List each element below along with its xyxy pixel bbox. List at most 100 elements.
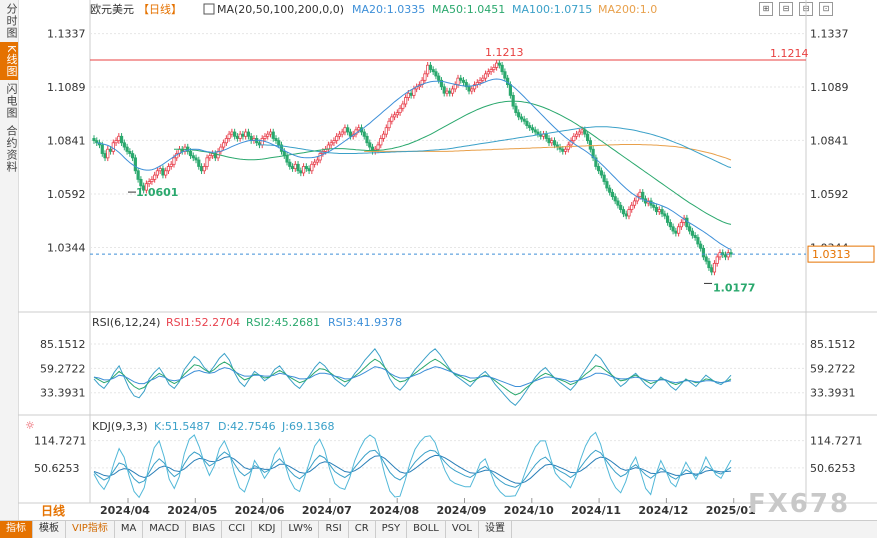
candle-body <box>277 140 281 146</box>
candle-body <box>147 181 151 185</box>
tab-bias[interactable]: BIAS <box>186 521 223 538</box>
tab-rsi[interactable]: RSI <box>319 521 349 538</box>
candle-body <box>619 204 623 210</box>
candle-body <box>296 163 300 172</box>
candle-body <box>136 170 140 180</box>
candle-body <box>624 213 628 217</box>
candle-body <box>233 131 237 137</box>
tab-vip-indicators[interactable]: VIP指标 <box>66 521 115 538</box>
price-tick-right: 1.1337 <box>810 28 849 41</box>
candle-body <box>630 204 634 210</box>
rsi-panel: RSI(6,12,24) RSI1:52.2704 RSI2:45.2681 R… <box>40 316 856 406</box>
candle-body <box>688 226 692 232</box>
candle-body <box>288 161 292 167</box>
candle-body <box>205 157 209 167</box>
candle-body <box>329 142 333 146</box>
candle-body <box>610 191 615 198</box>
tab-macd[interactable]: MACD <box>143 521 187 538</box>
current-price-label: 1.0313 <box>812 248 851 261</box>
candle-body <box>450 88 455 94</box>
candle-body <box>335 135 339 142</box>
ma-label: MA(20,50,100,200,0,0) <box>217 3 344 16</box>
candle-body <box>613 196 617 202</box>
tab-cci[interactable]: CCI <box>222 521 253 538</box>
candle-body <box>92 138 96 142</box>
tab-templates[interactable]: 模板 <box>33 521 66 538</box>
tab-vol[interactable]: VOL <box>446 521 479 538</box>
candle-body <box>133 157 137 172</box>
candle-body <box>483 73 488 79</box>
candle-body <box>268 131 273 135</box>
ma-settings-icon[interactable] <box>203 3 215 15</box>
candle-body <box>199 166 204 172</box>
candle-body <box>158 168 162 172</box>
candle-body <box>301 166 306 174</box>
ma50-line <box>174 100 732 225</box>
candle-body <box>263 135 267 139</box>
candle-body <box>172 157 176 165</box>
candle-body <box>169 163 173 167</box>
candle-body <box>343 127 347 133</box>
candle-body <box>260 138 264 146</box>
candle-body <box>461 79 466 83</box>
candle-body <box>409 92 413 96</box>
candle-body <box>514 105 518 114</box>
candle-body <box>525 120 529 126</box>
candle-body <box>128 150 132 154</box>
candle-body <box>668 222 672 228</box>
candle-body <box>495 62 499 68</box>
ma100-value: MA100:1.0715 <box>512 3 592 16</box>
candle-body <box>627 209 631 217</box>
x-tick-label: 2024/10 <box>504 504 554 517</box>
candle-body <box>222 142 226 148</box>
rsi-tick-left: 85.1512 <box>40 338 86 351</box>
tab-ma[interactable]: MA <box>115 521 144 538</box>
x-tick-label: 2024/07 <box>302 504 352 517</box>
tab-boll[interactable]: BOLL <box>407 521 446 538</box>
tab-kdj[interactable]: KDJ <box>252 521 283 538</box>
low-right-label: 1.0177 <box>713 281 755 294</box>
candle-body <box>318 153 322 161</box>
candle-body <box>395 112 399 116</box>
rsi-tick-right: 85.1512 <box>810 338 856 351</box>
candle-body <box>155 170 160 176</box>
candle-body <box>652 204 656 208</box>
symbol-label: 欧元美元 <box>90 3 134 16</box>
candle-body <box>660 209 664 215</box>
candle-body <box>266 133 270 137</box>
candle-body <box>544 133 548 139</box>
candle-body <box>470 88 474 92</box>
candle-body <box>616 200 620 206</box>
period-selector[interactable]: 日线 <box>18 503 88 520</box>
candle-body <box>497 62 501 66</box>
candle-body <box>561 148 565 152</box>
candle-body <box>368 142 372 148</box>
candle-body <box>202 166 206 172</box>
candle-body <box>710 267 714 273</box>
tab-settings[interactable]: 设置 <box>479 521 512 538</box>
candle-body <box>456 77 460 86</box>
candle-body <box>597 166 601 172</box>
candle-body <box>274 138 278 142</box>
candle-body <box>346 127 350 133</box>
candle-body <box>665 215 670 223</box>
candle-body <box>290 166 295 170</box>
candle-body <box>437 75 441 81</box>
candle-body <box>489 69 493 73</box>
candle-body <box>304 166 308 170</box>
candle-body <box>381 133 386 139</box>
tab-indicators[interactable]: 指标 <box>0 521 33 538</box>
candle-body <box>599 170 603 176</box>
candle-body <box>337 133 342 137</box>
candle-body <box>194 157 198 161</box>
tab-lw[interactable]: LW% <box>282 521 320 538</box>
candle-body <box>365 135 369 144</box>
price-tick-left: 1.1337 <box>47 28 86 41</box>
candle-body <box>387 120 391 129</box>
candle-body <box>191 155 195 159</box>
candle-body <box>500 64 504 73</box>
tab-psy[interactable]: PSY <box>376 521 408 538</box>
tab-cr[interactable]: CR <box>349 521 376 538</box>
candle-body <box>586 133 590 142</box>
sun-icon[interactable]: ☼ <box>25 419 35 432</box>
